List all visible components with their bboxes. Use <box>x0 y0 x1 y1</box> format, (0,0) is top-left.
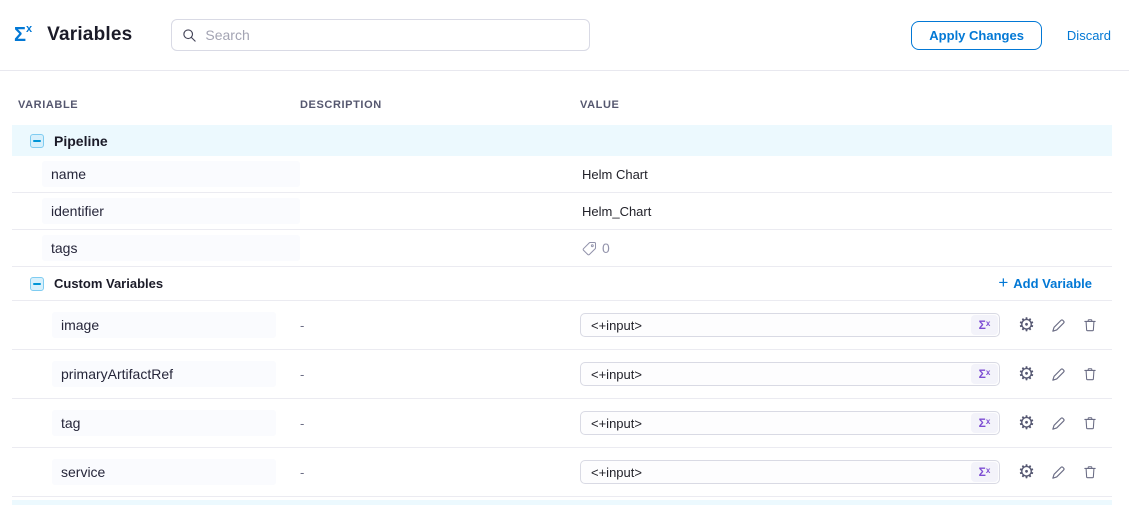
search-box[interactable] <box>171 19 590 51</box>
apply-changes-button[interactable]: Apply Changes <box>911 21 1042 50</box>
column-header-description: DESCRIPTION <box>300 99 580 111</box>
table-row: service - <+input> Σx ⚙ <box>12 448 1112 497</box>
variable-name-field[interactable]: image <box>52 312 276 338</box>
runtime-input-sigma-button[interactable]: Σx <box>971 462 998 482</box>
top-bar: Σx Variables Apply Changes Discard <box>0 0 1129 71</box>
value-input-text: <+input> <box>581 318 970 333</box>
settings-gear-icon[interactable]: ⚙ <box>1018 414 1035 433</box>
settings-gear-icon[interactable]: ⚙ <box>1018 365 1035 384</box>
variable-name-field[interactable]: tags <box>42 235 300 261</box>
settings-gear-icon[interactable]: ⚙ <box>1018 316 1035 335</box>
delete-trash-icon[interactable] <box>1082 366 1098 382</box>
description-cell: - <box>300 367 580 382</box>
table-row: tags 0 <box>12 230 1112 267</box>
search-input[interactable] <box>205 27 579 43</box>
section-title: Pipeline <box>54 133 108 149</box>
row-actions: ⚙ <box>1018 316 1098 335</box>
delete-trash-icon[interactable] <box>1082 415 1098 431</box>
table-row: primaryArtifactRef - <+input> Σx ⚙ <box>12 350 1112 399</box>
table-row: identifier Helm_Chart <box>12 193 1112 230</box>
collapse-minus-icon[interactable] <box>30 277 44 291</box>
section-title: Custom Variables <box>54 276 163 291</box>
delete-trash-icon[interactable] <box>1082 464 1098 480</box>
variable-name-field[interactable]: tag <box>52 410 276 436</box>
table-row: name Helm Chart <box>12 156 1112 193</box>
variable-name-field[interactable]: primaryArtifactRef <box>52 361 276 387</box>
tag-icon <box>582 241 597 256</box>
edit-pencil-icon[interactable] <box>1050 366 1067 383</box>
variable-name-field[interactable]: service <box>52 459 276 485</box>
tags-value: 0 <box>582 240 1112 256</box>
variable-name-field[interactable]: name <box>42 161 300 187</box>
table-row: tag - <+input> Σx ⚙ <box>12 399 1112 448</box>
page-title: Variables <box>47 24 132 46</box>
value-input[interactable]: <+input> Σx <box>580 362 1000 386</box>
runtime-input-sigma-button[interactable]: Σx <box>971 315 998 335</box>
settings-gear-icon[interactable]: ⚙ <box>1018 463 1035 482</box>
column-header-variable: VARIABLE <box>12 99 300 111</box>
value-input[interactable]: <+input> Σx <box>580 411 1000 435</box>
edit-pencil-icon[interactable] <box>1050 415 1067 432</box>
collapse-minus-icon[interactable] <box>30 134 44 148</box>
variable-name-field[interactable]: identifier <box>42 198 300 224</box>
variables-table: VARIABLE DESCRIPTION VALUE Pipeline name… <box>12 71 1112 497</box>
value-input[interactable]: <+input> Σx <box>580 460 1000 484</box>
row-actions: ⚙ <box>1018 365 1098 384</box>
description-cell: - <box>300 465 580 480</box>
value-text: Helm Chart <box>580 167 1112 182</box>
section-row-pipeline: Pipeline <box>12 125 1112 156</box>
value-input-text: <+input> <box>581 465 970 480</box>
value-input[interactable]: <+input> Σx <box>580 313 1000 337</box>
description-cell: - <box>300 416 580 431</box>
runtime-input-sigma-button[interactable]: Σx <box>971 364 998 384</box>
description-cell: - <box>300 318 580 333</box>
tags-count: 0 <box>602 240 610 256</box>
row-actions: ⚙ <box>1018 414 1098 433</box>
top-bar-actions: Apply Changes Discard <box>911 21 1111 50</box>
plus-icon: + <box>998 274 1008 291</box>
next-section-partial-row <box>12 500 1112 505</box>
add-variable-label: Add Variable <box>1013 276 1092 291</box>
search-icon <box>182 28 197 43</box>
section-row-custom-variables: Custom Variables + Add Variable <box>12 267 1112 301</box>
discard-button[interactable]: Discard <box>1067 28 1111 43</box>
row-actions: ⚙ <box>1018 463 1098 482</box>
edit-pencil-icon[interactable] <box>1050 317 1067 334</box>
table-header-row: VARIABLE DESCRIPTION VALUE <box>12 71 1112 125</box>
value-text: Helm_Chart <box>580 204 1112 219</box>
table-row: image - <+input> Σx ⚙ <box>12 301 1112 350</box>
column-header-value: VALUE <box>580 99 1112 111</box>
variables-sigma-icon: Σx <box>14 25 32 45</box>
delete-trash-icon[interactable] <box>1082 317 1098 333</box>
variables-panel: Σx Variables Apply Changes Discard VARIA… <box>0 0 1129 505</box>
value-input-text: <+input> <box>581 416 970 431</box>
add-variable-button[interactable]: + Add Variable <box>998 275 1112 292</box>
edit-pencil-icon[interactable] <box>1050 464 1067 481</box>
runtime-input-sigma-button[interactable]: Σx <box>971 413 998 433</box>
value-input-text: <+input> <box>581 367 970 382</box>
